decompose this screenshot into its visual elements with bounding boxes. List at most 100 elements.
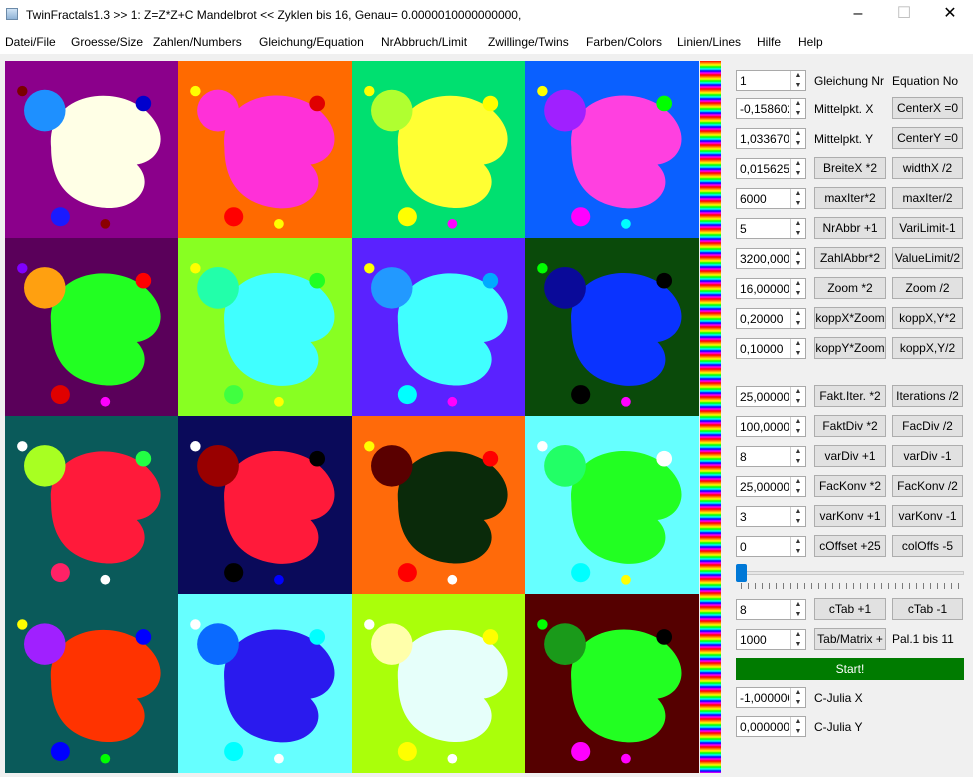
centery-spinbox[interactable]: 1,0336700 ▲▼ <box>736 128 806 149</box>
koppy-spinbox[interactable]: 0,10000 ▲ ▼ <box>736 338 806 359</box>
spin-down-icon[interactable]: ▼ <box>791 349 805 358</box>
maximize-button[interactable]: ☐ <box>881 0 927 30</box>
spin-up-icon[interactable]: ▲ <box>791 159 805 168</box>
fractal-tile[interactable] <box>178 238 352 416</box>
faktdiv-double-button[interactable]: FaktDiv *2 <box>814 415 886 437</box>
maxiter-double-button[interactable]: maxIter*2 <box>814 187 886 209</box>
spin-up-icon[interactable]: ▲ <box>791 99 805 108</box>
cjulia-y-spinbox[interactable]: 0,0000000 ▲▼ <box>736 716 806 737</box>
color-offset-slider-track[interactable] <box>736 571 964 575</box>
spin-up-icon[interactable]: ▲ <box>791 537 805 546</box>
centery-zero-button[interactable]: CenterY =0 <box>892 127 963 149</box>
spin-up-icon[interactable]: ▲ <box>791 249 805 258</box>
spin-up-icon[interactable]: ▲ <box>791 447 805 456</box>
spin-down-icon[interactable]: ▼ <box>791 139 805 148</box>
spin-up-icon[interactable]: ▲ <box>791 477 805 486</box>
zoom-spinbox[interactable]: 16,000000 ▲▼ <box>736 278 806 299</box>
vardiv-minus-button[interactable]: varDiv -1 <box>892 445 963 467</box>
ctab-spinbox[interactable]: 8 ▲ ▼ <box>736 599 806 620</box>
coffset-plus-button[interactable]: cOffset +25 <box>814 535 886 557</box>
koppy-zoom-button[interactable]: koppY*Zoom <box>814 337 886 359</box>
widthx-half-button[interactable]: widthX /2 <box>892 157 963 179</box>
spin-up-icon[interactable]: ▲ <box>791 309 805 318</box>
spin-up-icon[interactable]: ▲ <box>791 387 805 396</box>
color-offset-slider-thumb[interactable] <box>736 564 747 582</box>
fractal-tile[interactable] <box>352 238 525 416</box>
start-button[interactable]: Start! <box>736 658 964 680</box>
menu-gleichung-equation[interactable]: Gleichung/Equation <box>259 35 364 49</box>
fractal-tile[interactable] <box>525 238 699 416</box>
spin-up-icon[interactable]: ▲ <box>791 600 805 609</box>
varilimit-minus-button[interactable]: VariLimit-1 <box>892 217 963 239</box>
zoom-double-button[interactable]: Zoom *2 <box>814 277 886 299</box>
spin-down-icon[interactable]: ▼ <box>791 259 805 268</box>
close-button[interactable]: ✕ <box>927 0 973 30</box>
equation-nr-spinbox[interactable]: 1 ▲ ▼ <box>736 70 806 91</box>
zahlabbr-spinbox[interactable]: 3200,00000 ▲▼ <box>736 248 806 269</box>
spin-down-icon[interactable]: ▼ <box>791 640 805 649</box>
spin-down-icon[interactable]: ▼ <box>791 169 805 178</box>
spin-down-icon[interactable]: ▼ <box>791 547 805 556</box>
spin-down-icon[interactable]: ▼ <box>791 457 805 466</box>
ctab-plus-button[interactable]: cTab +1 <box>814 598 886 620</box>
iterations-half-button[interactable]: Iterations /2 <box>892 385 963 407</box>
fractal-tile[interactable] <box>5 594 178 773</box>
menu-nrabbruch-limit[interactable]: NrAbbruch/Limit <box>381 35 467 49</box>
fackonv-half-button[interactable]: FacKonv /2 <box>892 475 963 497</box>
fractal-tile[interactable] <box>525 594 699 773</box>
maxiter-spinbox[interactable]: 6000 ▲ ▼ <box>736 188 806 209</box>
menu-farben-colors[interactable]: Farben/Colors <box>586 35 662 49</box>
fractal-tile[interactable] <box>525 61 699 238</box>
spin-up-icon[interactable]: ▲ <box>791 417 805 426</box>
spin-down-icon[interactable]: ▼ <box>791 81 805 90</box>
coloffs-minus-button[interactable]: colOffs -5 <box>892 535 963 557</box>
centerx-zero-button[interactable]: CenterX =0 <box>892 97 963 119</box>
spin-up-icon[interactable]: ▲ <box>791 189 805 198</box>
menu-help[interactable]: Help <box>798 35 823 49</box>
spin-down-icon[interactable]: ▼ <box>791 199 805 208</box>
spin-down-icon[interactable]: ▼ <box>791 610 805 619</box>
maxiter-half-button[interactable]: maxIter/2 <box>892 187 963 209</box>
fractal-tile[interactable] <box>525 416 699 594</box>
faktiter-spinbox[interactable]: 25,00000 ▲ ▼ <box>736 386 806 407</box>
breitex-double-button[interactable]: BreiteX *2 <box>814 157 886 179</box>
spin-down-icon[interactable]: ▼ <box>791 727 805 736</box>
spin-up-icon[interactable]: ▲ <box>791 339 805 348</box>
fractal-tile[interactable] <box>178 416 352 594</box>
koppxy-half-button[interactable]: koppX,Y/2 <box>892 337 963 359</box>
menu-groesse-size[interactable]: Groesse/Size <box>71 35 143 49</box>
faktdiv-spinbox[interactable]: 100,00000 ▲▼ <box>736 416 806 437</box>
spin-down-icon[interactable]: ▼ <box>791 319 805 328</box>
cjulia-x-spinbox[interactable]: -1,0000000 ▲▼ <box>736 687 806 708</box>
vardiv-spinbox[interactable]: 8 ▲ ▼ <box>736 446 806 467</box>
fractal-tile[interactable] <box>5 61 178 238</box>
fractal-canvas[interactable] <box>5 61 699 773</box>
spin-down-icon[interactable]: ▼ <box>791 229 805 238</box>
zoom-half-button[interactable]: Zoom /2 <box>892 277 963 299</box>
faktiter-double-button[interactable]: Fakt.Iter. *2 <box>814 385 886 407</box>
spin-down-icon[interactable]: ▼ <box>791 517 805 526</box>
coffset-spinbox[interactable]: 0 ▲ ▼ <box>736 536 806 557</box>
spin-up-icon[interactable]: ▲ <box>791 688 805 697</box>
facdiv-half-button[interactable]: FacDiv /2 <box>892 415 963 437</box>
menu-linien-lines[interactable]: Linien/Lines <box>677 35 741 49</box>
koppx-zoom-button[interactable]: koppX*Zoom <box>814 307 886 329</box>
spin-up-icon[interactable]: ▲ <box>791 71 805 80</box>
fractal-tile[interactable] <box>352 594 525 773</box>
fractal-tile[interactable] <box>178 61 352 238</box>
fackonv-double-button[interactable]: FacKonv *2 <box>814 475 886 497</box>
nrabbr-spinbox[interactable]: 5 ▲ ▼ <box>736 218 806 239</box>
spin-down-icon[interactable]: ▼ <box>791 289 805 298</box>
fackonv-spinbox[interactable]: 25,00000 ▲ ▼ <box>736 476 806 497</box>
menu-hilfe[interactable]: Hilfe <box>757 35 781 49</box>
spin-up-icon[interactable]: ▲ <box>791 129 805 138</box>
ctab-minus-button[interactable]: cTab -1 <box>892 598 963 620</box>
spin-up-icon[interactable]: ▲ <box>791 219 805 228</box>
fractal-tile[interactable] <box>178 594 352 773</box>
centerx-spinbox[interactable]: -0,1586020 ▲▼ <box>736 98 806 119</box>
spin-down-icon[interactable]: ▼ <box>791 109 805 118</box>
spin-up-icon[interactable]: ▲ <box>791 630 805 639</box>
spin-up-icon[interactable]: ▲ <box>791 507 805 516</box>
menu-datei-file[interactable]: Datei/File <box>5 35 56 49</box>
spin-down-icon[interactable]: ▼ <box>791 397 805 406</box>
